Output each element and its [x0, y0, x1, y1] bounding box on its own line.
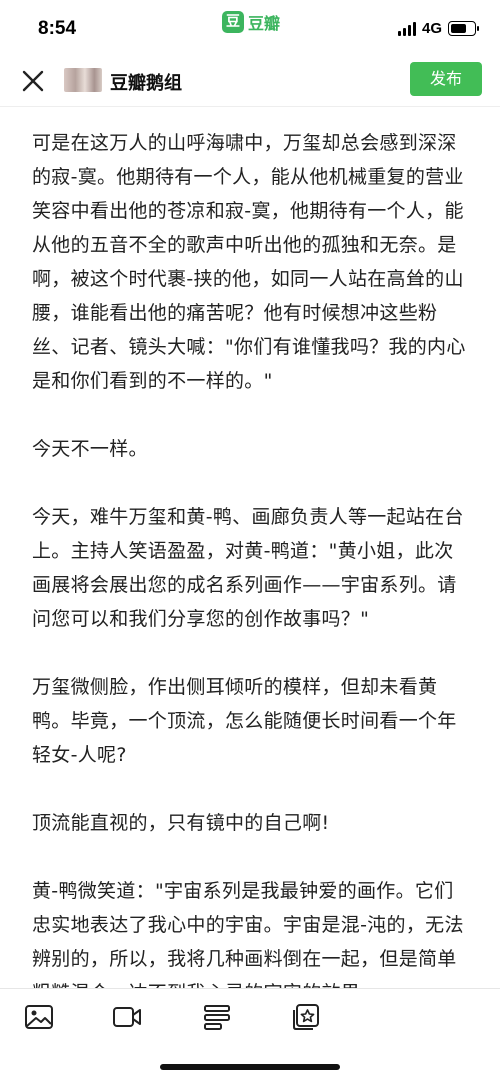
home-indicator: [160, 1064, 340, 1070]
video-icon[interactable]: [112, 1003, 142, 1031]
close-icon[interactable]: [20, 68, 46, 94]
post-content-editor[interactable]: 可是在这万人的山呼海啸中，万玺却总会感到深深的寂-寞。他期待有一个人，能从他机械…: [32, 126, 472, 988]
status-time: 8:54: [38, 18, 77, 39]
content-paragraph: 顶流能直视的，只有镜中的自己啊!: [32, 812, 330, 834]
content-paragraph: 今天不一样。: [32, 438, 148, 460]
status-indicators: 4G: [397, 20, 479, 37]
publish-button[interactable]: 发布: [410, 62, 482, 96]
status-app-indicator: 豆 豆瓣: [222, 10, 280, 34]
sticker-icon[interactable]: [291, 1003, 321, 1031]
content-paragraph: 黄-鸭微笑道："宇宙系列是我最钟爱的画作。它们忠实地表达了我心中的宇宙。宇宙是混…: [32, 880, 464, 988]
status-app-name: 豆瓣: [248, 14, 281, 33]
text-format-icon[interactable]: [202, 1003, 232, 1031]
signal-icon: [397, 21, 416, 36]
battery-icon: [448, 21, 479, 36]
image-icon[interactable]: [24, 1003, 54, 1031]
douban-logo-icon: 豆: [222, 11, 244, 33]
content-paragraph: 今天，难牛万玺和黄-鸭、画廊负责人等一起站在台上。主持人笑语盈盈，对黄-鸭道："…: [32, 506, 464, 630]
content-paragraph: 可是在这万人的山呼海啸中，万玺却总会感到深深的寂-寞。他期待有一个人，能从他机械…: [32, 132, 466, 392]
group-avatar: [64, 68, 102, 92]
status-bar: 8:54 豆 豆瓣 4G: [0, 0, 500, 60]
network-label: 4G: [421, 20, 442, 37]
nav-bar: 豆瓣鹅组 发布: [0, 56, 500, 107]
content-paragraph: 万玺微侧脸，作出侧耳倾听的模样，但却未看黄鸭。毕竟，一个顶流，怎么能随便长时间看…: [32, 676, 457, 766]
group-name[interactable]: 豆瓣鹅组: [110, 69, 182, 95]
